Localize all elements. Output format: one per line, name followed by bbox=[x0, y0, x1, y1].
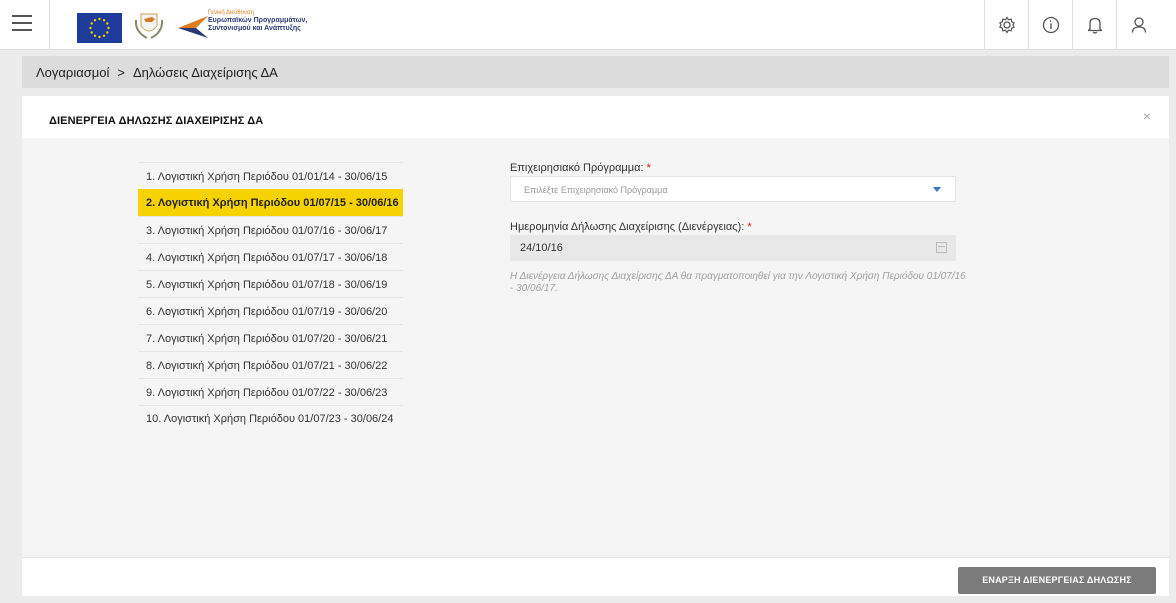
user-button[interactable] bbox=[1116, 0, 1176, 50]
dialog-footer: ΕΝΑΡΞΗ ΔΙΕΝΕΡΓΕΙΑΣ ΔΗΛΩΣΗΣ bbox=[22, 557, 1169, 596]
breadcrumb: Λογαριασμοί > Δηλώσεις Διαχείρισης ΔΑ bbox=[22, 56, 1169, 88]
required-mark: * bbox=[646, 162, 651, 174]
agency-line-1: Γενική Διεύθυνση bbox=[208, 10, 254, 16]
top-bar: Γενική Διεύθυνση Ευρωπαϊκών Προγραμμάτων… bbox=[0, 0, 1176, 50]
period-item[interactable]: 8. Λογιστική Χρήση Περιόδου 01/07/21 - 3… bbox=[138, 351, 403, 378]
declaration-date-value: 24/10/16 bbox=[520, 242, 563, 254]
required-mark: * bbox=[747, 221, 752, 233]
declaration-form: Επιχειρησιακό Πρόγραμμα: * Επιλέξτε Επιχ… bbox=[510, 162, 966, 295]
bell-icon bbox=[1087, 17, 1103, 34]
period-item[interactable]: 9. Λογιστική Χρήση Περιόδου 01/07/22 - 3… bbox=[138, 378, 403, 405]
program-label-text: Επιχειρησιακό Πρόγραμμα: bbox=[510, 162, 644, 174]
period-item[interactable]: 4. Λογιστική Χρήση Περιόδου 01/07/17 - 3… bbox=[138, 243, 403, 270]
period-item[interactable]: 10. Λογιστική Χρήση Περιόδου 01/07/23 - … bbox=[138, 405, 403, 445]
declaration-date-field[interactable]: 24/10/16 bbox=[510, 235, 956, 261]
program-label: Επιχειρησιακό Πρόγραμμα: * bbox=[510, 162, 956, 175]
user-icon bbox=[1131, 17, 1147, 33]
cyprus-emblem-logo bbox=[132, 10, 166, 42]
agency-name: Γενική Διεύθυνση Ευρωπαϊκών Προγραμμάτων… bbox=[208, 10, 307, 33]
breadcrumb-separator: > bbox=[117, 65, 125, 80]
settings-button[interactable] bbox=[984, 0, 1028, 50]
divider bbox=[49, 0, 50, 50]
dialog-header: ΔΙΕΝΕΡΓΕΙΑ ΔΗΛΩΣΗΣ ΔΙΑΧΕΙΡΙΣΗΣ ΔΑ × bbox=[22, 96, 1169, 138]
period-list: 1. Λογιστική Χρήση Περιόδου 01/01/14 - 3… bbox=[138, 162, 403, 445]
period-item-selected[interactable]: 2. Λογιστική Χρήση Περιόδου 01/07/15 - 3… bbox=[138, 189, 403, 216]
agency-line-2: Ευρωπαϊκών Προγραμμάτων, bbox=[208, 17, 308, 24]
period-item[interactable]: 7. Λογιστική Χρήση Περιόδου 01/07/20 - 3… bbox=[138, 324, 403, 351]
agency-line-3: Συντονισμού και Ανάπτυξης bbox=[208, 25, 301, 32]
period-hint-text: Η Διενέργεια Δήλωσης Διαχείρισης ΔΑ θα π… bbox=[510, 271, 966, 294]
caret-down-icon bbox=[933, 187, 941, 192]
eu-flag-logo bbox=[77, 13, 122, 43]
breadcrumb-current: Δηλώσεις Διαχείρισης ΔΑ bbox=[132, 65, 278, 80]
agency-arrow-logo bbox=[176, 14, 210, 40]
period-item[interactable]: 3. Λογιστική Χρήση Περιόδου 01/07/16 - 3… bbox=[138, 216, 403, 243]
notifications-button[interactable] bbox=[1072, 0, 1116, 50]
period-item[interactable]: 1. Λογιστική Χρήση Περιόδου 01/01/14 - 3… bbox=[138, 162, 403, 189]
program-select[interactable]: Επιλέξτε Επιχειρησιακό Πρόγραμμα bbox=[510, 176, 956, 202]
date-label: Ημερομηνία Δήλωσης Διαχείρισης (Διενέργε… bbox=[510, 221, 956, 234]
menu-icon[interactable] bbox=[12, 15, 32, 33]
start-declaration-button[interactable]: ΕΝΑΡΞΗ ΔΙΕΝΕΡΓΕΙΑΣ ΔΗΛΩΣΗΣ bbox=[958, 567, 1156, 594]
gear-icon bbox=[999, 16, 1015, 34]
declaration-dialog: ΔΙΕΝΕΡΓΕΙΑ ΔΗΛΩΣΗΣ ΔΙΑΧΕΙΡΙΣΗΣ ΔΑ × 1. Λ… bbox=[22, 96, 1169, 596]
info-icon bbox=[1042, 16, 1060, 34]
breadcrumb-accounts-link[interactable]: Λογαριασμοί bbox=[36, 65, 109, 80]
period-item[interactable]: 5. Λογιστική Χρήση Περιόδου 01/07/18 - 3… bbox=[138, 270, 403, 297]
dialog-title: ΔΙΕΝΕΡΓΕΙΑ ΔΗΛΩΣΗΣ ΔΙΑΧΕΙΡΙΣΗΣ ΔΑ bbox=[49, 115, 264, 127]
info-button[interactable] bbox=[1028, 0, 1072, 50]
period-item[interactable]: 6. Λογιστική Χρήση Περιόδου 01/07/19 - 3… bbox=[138, 297, 403, 324]
calendar-icon[interactable] bbox=[936, 242, 947, 253]
close-icon[interactable]: × bbox=[1143, 108, 1151, 124]
dialog-body: 1. Λογιστική Χρήση Περιόδου 01/01/14 - 3… bbox=[22, 138, 1169, 557]
date-label-text: Ημερομηνία Δήλωσης Διαχείρισης (Διενέργε… bbox=[510, 221, 745, 233]
program-select-placeholder: Επιλέξτε Επιχειρησιακό Πρόγραμμα bbox=[524, 185, 668, 195]
